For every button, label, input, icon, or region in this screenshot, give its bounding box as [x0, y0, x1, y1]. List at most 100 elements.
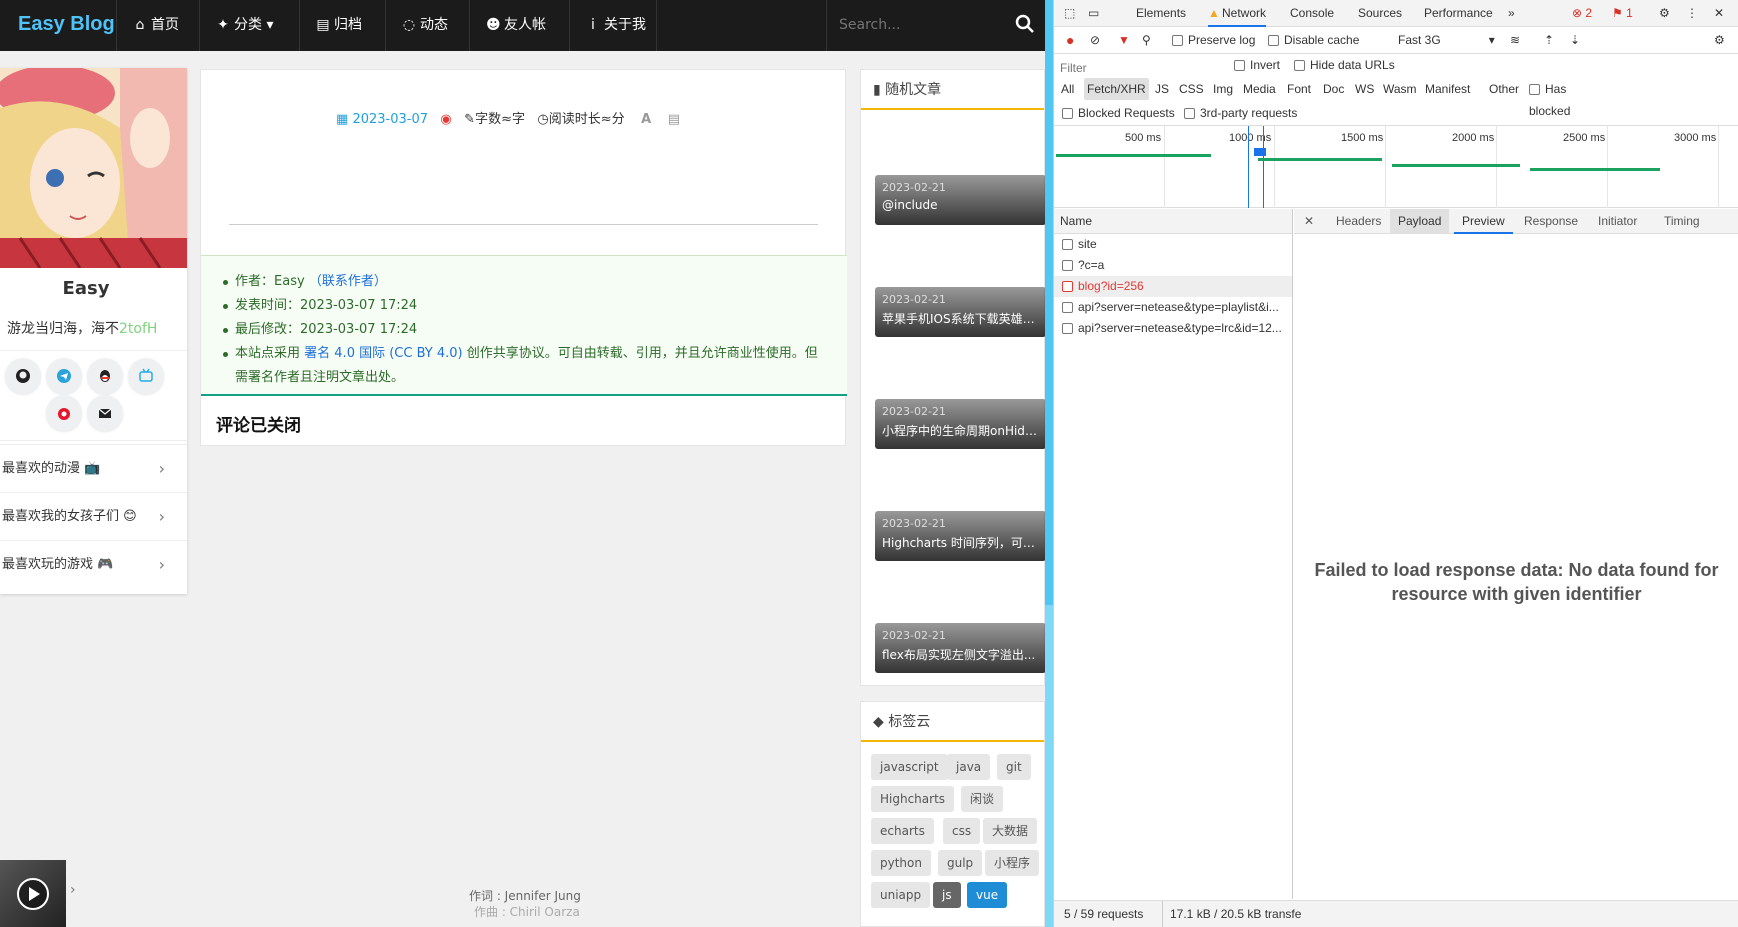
disable-cache-checkbox[interactable]: Disable cache	[1268, 27, 1359, 54]
type-fetch-xhr[interactable]: Fetch/XHR	[1084, 78, 1149, 100]
font-size-icon[interactable]: A	[641, 112, 651, 127]
random-post[interactable]: 2023-02-21 小程序中的生命周期onHide...	[875, 399, 1046, 449]
tab-performance[interactable]: Performance	[1424, 0, 1493, 27]
tab-payload[interactable]: Payload	[1390, 209, 1450, 234]
invert-checkbox[interactable]: Invert	[1234, 54, 1280, 76]
type-media[interactable]: Media	[1240, 78, 1279, 100]
tag[interactable]: echarts	[871, 818, 934, 844]
tab-sources[interactable]: Sources	[1358, 0, 1402, 27]
request-row[interactable]: site	[1054, 234, 1292, 255]
clear-icon[interactable]: ⊘	[1090, 27, 1100, 54]
nav-about[interactable]: i 关于我	[569, 0, 657, 51]
tag[interactable]: git	[997, 754, 1031, 780]
request-row[interactable]: api?server=netease&type=playlist&i...	[1054, 297, 1292, 318]
tab-preview[interactable]: Preview	[1454, 209, 1513, 234]
name-column-header[interactable]: Name	[1054, 209, 1292, 234]
type-font[interactable]: Font	[1284, 78, 1314, 100]
favorite-anime[interactable]: 最喜欢的动漫 📺 ›	[0, 444, 187, 492]
random-post[interactable]: 2023-02-21 Highcharts 时间序列，可缩...	[875, 511, 1046, 561]
type-manifest[interactable]: Manifest	[1422, 78, 1473, 100]
email-icon[interactable]	[87, 395, 123, 431]
nav-archive[interactable]: ▤ 归档	[299, 0, 385, 51]
tab-network[interactable]: ▲ Network	[1208, 0, 1267, 27]
more-tabs-icon[interactable]: »	[1508, 0, 1515, 27]
preserve-log-checkbox[interactable]: Preserve log	[1172, 27, 1255, 54]
hide-data-urls-checkbox[interactable]: Hide data URLs	[1294, 54, 1395, 76]
reading-mode-icon[interactable]: ▤	[668, 112, 680, 127]
issue-count-badge[interactable]: ⚑ 1	[1612, 0, 1633, 27]
nav-moments[interactable]: ◌ 动态	[385, 0, 469, 51]
chevron-right-icon[interactable]: ›	[70, 882, 76, 898]
tag[interactable]: css	[943, 818, 981, 844]
type-other[interactable]: Other	[1486, 78, 1522, 100]
blocked-requests-checkbox[interactable]: Blocked Requests	[1062, 102, 1175, 124]
more-options-icon[interactable]: ⋮	[1686, 0, 1698, 27]
tab-elements[interactable]: Elements	[1136, 0, 1186, 27]
tag[interactable]: 小程序	[985, 850, 1040, 876]
type-js[interactable]: JS	[1152, 78, 1172, 100]
type-img[interactable]: Img	[1210, 78, 1236, 100]
tab-initiator[interactable]: Initiator	[1590, 209, 1645, 234]
random-post[interactable]: 2023-02-21苹果手机IOS系统下载英雄联盟...	[875, 287, 1046, 337]
tag[interactable]: 闲谈	[961, 786, 1004, 812]
search-icon[interactable]	[1015, 14, 1035, 34]
album-cover[interactable]	[0, 860, 66, 927]
favorite-games[interactable]: 最喜欢玩的游戏 🎮 ›	[0, 540, 187, 588]
bilibili-icon[interactable]	[128, 358, 164, 394]
network-settings-icon[interactable]: ⚙	[1714, 27, 1725, 54]
tag[interactable]: python	[871, 850, 931, 876]
third-party-checkbox[interactable]: 3rd-party requests	[1184, 102, 1297, 124]
tag[interactable]: vue	[967, 882, 1008, 908]
close-detail-icon[interactable]: ✕	[1304, 209, 1314, 234]
qq-icon[interactable]	[87, 358, 123, 394]
site-logo[interactable]: Easy Blog	[18, 13, 115, 36]
type-doc[interactable]: Doc	[1320, 78, 1347, 100]
has-blocked-cookies-checkbox[interactable]: Has blocked cookies	[1526, 78, 1573, 140]
type-ws[interactable]: WS	[1352, 78, 1377, 100]
record-icon[interactable]: ●	[1066, 27, 1074, 54]
tag[interactable]: Highcharts	[871, 786, 955, 812]
device-toggle-icon[interactable]: ▭	[1088, 0, 1099, 27]
inspect-icon[interactable]: ⬚	[1064, 0, 1075, 27]
throttle-select[interactable]: Fast 3G ▾	[1398, 27, 1495, 54]
export-icon[interactable]: ⇣	[1570, 27, 1580, 54]
tab-console[interactable]: Console	[1290, 0, 1334, 27]
github-icon[interactable]	[5, 358, 41, 394]
request-row-selected[interactable]: blog?id=256	[1054, 276, 1292, 297]
tab-timing[interactable]: Timing	[1656, 209, 1708, 234]
error-count-badge[interactable]: ⊗ 2	[1572, 0, 1592, 27]
favorite-girls[interactable]: 最喜欢我的女孩子们 😊 ›	[0, 492, 187, 540]
close-icon[interactable]: ✕	[1714, 0, 1724, 27]
tag[interactable]: js	[933, 882, 961, 908]
network-conditions-icon[interactable]: ≋	[1510, 27, 1520, 54]
tag[interactable]: uniapp	[871, 882, 931, 908]
nav-friends[interactable]: ☻ 友人帐	[469, 0, 569, 51]
type-css[interactable]: CSS	[1176, 78, 1207, 100]
tab-headers[interactable]: Headers	[1328, 209, 1389, 234]
request-row[interactable]: ?c=a	[1054, 255, 1292, 276]
random-post[interactable]: 2023-02-21 @include	[875, 175, 1046, 225]
type-all[interactable]: All	[1058, 78, 1077, 100]
type-wasm[interactable]: Wasm	[1380, 78, 1420, 100]
telegram-icon[interactable]	[46, 358, 82, 394]
filter-icon[interactable]: ▼	[1118, 27, 1130, 54]
import-icon[interactable]: ⇡	[1544, 27, 1554, 54]
search-input[interactable]	[839, 14, 999, 36]
request-row[interactable]: api?server=netease&type=lrc&id=12...	[1054, 318, 1292, 339]
settings-icon[interactable]: ⚙	[1659, 0, 1670, 27]
tab-response[interactable]: Response	[1516, 209, 1586, 234]
nav-home[interactable]: ⌂ 首页	[116, 0, 199, 51]
license-link[interactable]: 署名 4.0 国际 (CC BY 4.0)	[304, 346, 462, 361]
search-icon[interactable]: ⚲	[1142, 27, 1151, 54]
tag[interactable]: javascript	[871, 754, 948, 780]
tag[interactable]: 大数据	[983, 818, 1038, 844]
tag[interactable]: java	[947, 754, 991, 780]
weibo-icon[interactable]	[46, 395, 82, 431]
nav-categories[interactable]: ✦ 分类 ▾	[199, 0, 299, 51]
network-timeline[interactable]: 500 ms 1000 ms 1500 ms 2000 ms 2500 ms 3…	[1054, 126, 1738, 208]
contact-author-link[interactable]: （联系作者）	[309, 274, 387, 289]
play-icon[interactable]	[16, 877, 50, 911]
tag[interactable]: gulp	[938, 850, 983, 876]
random-post[interactable]: 2023-02-21 flex布局实现左侧文字溢出...	[875, 623, 1046, 673]
filter-input[interactable]	[1060, 58, 1220, 78]
